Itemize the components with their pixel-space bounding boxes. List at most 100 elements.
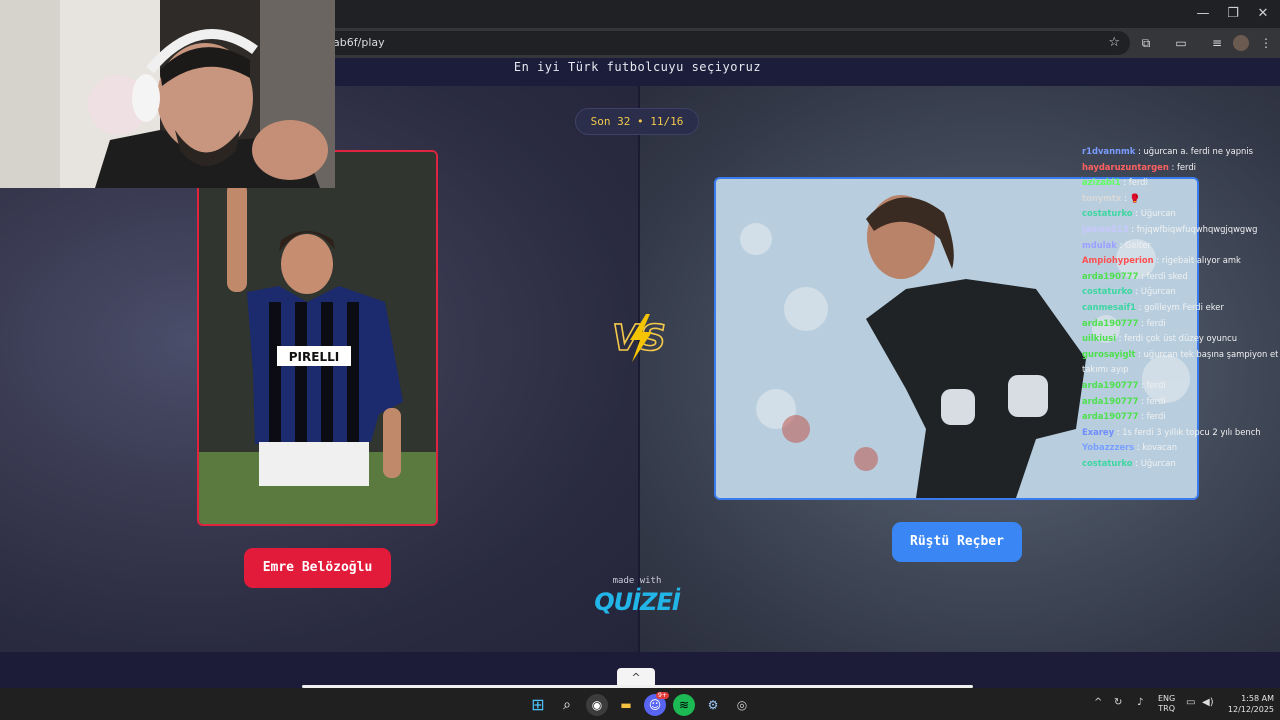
chat-username[interactable]: costaturko [1082,286,1133,296]
chat-message: Yobazzzers : kovacan [1082,440,1278,456]
chat-message: Exarey : 1s ferdi 3 yıllık topcu 2 yılı … [1082,425,1278,441]
settings-gear-icon[interactable]: ⚙ [702,694,724,716]
chat-username[interactable]: canmesaif1 [1082,302,1136,312]
chat-separator: : [1138,395,1147,406]
chat-message: mdulak : Gelter [1082,238,1278,254]
chat-separator: : [1115,333,1125,344]
chat-text: ferdi [1128,177,1148,188]
address-bar[interactable]: lab6f/play ☆ [300,31,1130,55]
chrome-app-icon[interactable]: ◉ [586,694,608,716]
versus-badge: VS [611,314,667,362]
windows-taskbar: ⊞ ⌕ ◉ ▬ ☺ 9+ ≋ ⚙ ◎ ^ ↻ ♪ ENG TRQ ▭ ◀) 1:… [0,688,1280,720]
chat-text: ferdi [1176,161,1196,172]
chat-text: ferdi [1146,395,1166,406]
chat-text: gollleym Ferdi eker [1144,301,1224,312]
chat-username[interactable]: costaturko [1082,208,1133,218]
clock-time: 1:58 AM [1241,694,1274,703]
chat-message: arda190777 : ferdi [1082,316,1278,332]
chat-message: azizabi1 : ferdi [1082,175,1278,191]
chat-username[interactable]: uilkiusi [1082,333,1116,343]
file-explorer-icon[interactable]: ▬ [615,694,637,716]
clock[interactable]: 1:58 AM 12/12/2025 [1222,693,1274,715]
screen: — ❐ ✕ lab6f/play ☆ ⧉ ▭ ≡ ⋮ En iyi Türk f… [0,0,1280,720]
chat-username[interactable]: arda190777 [1082,411,1138,421]
chat-separator: : [1132,208,1141,219]
close-window-button[interactable]: ✕ [1248,4,1278,24]
chat-text: fnjqwfbiqwfuqwhqwgjqwgwg [1136,223,1258,234]
chat-username[interactable]: tonymtx [1082,193,1121,203]
chat-text: 🥊 [1129,192,1140,203]
cast-icon[interactable]: ▭ [1173,35,1189,51]
chat-username[interactable]: Exarey [1082,427,1114,437]
microphone-icon[interactable]: ♪ [1137,697,1143,708]
chat-message: canmesaif1 : gollleym Ferdi eker [1082,300,1278,316]
chat-message: arda190777 : ferdi [1082,378,1278,394]
chat-message: Ampiohyperion : rigebait alıyor amk [1082,253,1278,269]
chat-username[interactable]: arda190777 [1082,396,1138,406]
chat-separator: : [1135,348,1144,359]
chat-separator: : [1132,286,1141,297]
language-primary: ENG [1158,694,1176,703]
extensions-icon[interactable]: ⧉ [1138,35,1154,51]
chat-text: ferdi [1146,379,1166,390]
chat-text: ferdi [1146,411,1166,422]
chat-message: arda190777 : ferdi [1082,394,1278,410]
bookmark-star-icon[interactable]: ☆ [1108,31,1120,55]
chat-username[interactable]: costaturko [1082,458,1133,468]
chat-username[interactable]: arda190777 [1082,271,1138,281]
chat-username[interactable]: Yobazzzers [1082,442,1134,452]
search-icon[interactable]: ⌕ [556,694,578,716]
left-player-card[interactable]: PIRELLI [197,150,438,526]
chat-username[interactable]: mdulak [1082,240,1117,250]
chat-username[interactable]: Ampiohyperion [1082,255,1154,265]
chat-username[interactable]: haydaruzuntargen [1082,162,1169,172]
spotify-app-icon[interactable]: ≋ [673,694,695,716]
chat-message: r1dvannmk : uğurcan a. ferdi ne yapnis [1082,144,1278,160]
language-indicator[interactable]: ENG TRQ [1158,694,1175,714]
menu-kebab-icon[interactable]: ⋮ [1258,35,1274,51]
chat-message: takımı ayıp [1082,362,1278,378]
display-icon[interactable]: ▭ [1186,697,1195,708]
media-icon[interactable]: ≡ [1209,35,1225,51]
chat-message: costaturko : Uğurcan [1082,284,1278,300]
start-windows-icon[interactable]: ⊞ [527,694,549,716]
chat-message: uilkiusi : ferdi çok üst düzey oyuncu [1082,331,1278,347]
chat-text: uğurcan tek başına şampiyon etti [1143,348,1278,359]
chat-separator: : [1153,255,1162,266]
chat-text: Gelter [1124,239,1151,250]
svg-text:PIRELLI: PIRELLI [289,350,339,364]
chat-username[interactable]: gurosayiglt [1082,349,1135,359]
restore-button[interactable]: ❐ [1218,4,1248,24]
chat-separator: : [1168,161,1177,172]
webcam-overlay [0,0,335,188]
chat-username[interactable]: arda190777 [1082,380,1138,390]
tray-overflow-chevron-icon[interactable]: ^ [1094,697,1102,708]
minimize-button[interactable]: — [1188,4,1218,24]
brand-logo[interactable]: QUİZEİ [591,588,683,616]
chat-separator: : [1138,411,1147,422]
choose-right-player-button[interactable]: Rüştü Reçber [892,522,1022,562]
chat-username[interactable]: r1dvannmk [1082,146,1135,156]
choose-left-player-button[interactable]: Emre Belözoğlu [244,548,391,588]
profile-avatar[interactable] [1233,35,1249,51]
sync-icon[interactable]: ↻ [1114,697,1122,708]
made-with-label: made with [612,576,662,586]
chat-message: haydaruzuntargen : ferdi [1082,160,1278,176]
chat-text: 1s ferdi 3 yıllık topcu 2 yılı bench [1122,426,1261,437]
chat-message: tonymtx : 🥊 [1082,191,1278,207]
chat-username[interactable]: arda190777 [1082,318,1138,328]
chat-message: costaturko : Uğurcan [1082,456,1278,472]
chat-message: arda190777 : ferdi sked [1082,269,1278,285]
volume-icon[interactable]: ◀) [1202,697,1214,708]
chat-text: rigebait alıyor amk [1161,255,1241,266]
obs-app-icon[interactable]: ◎ [731,694,753,716]
chat-message: JameeS13 : fnjqwfbiqwfuqwhqwgjqwgwg [1082,222,1278,238]
chat-username[interactable]: JameeS13 [1082,224,1129,234]
streamer-video [0,0,335,188]
chat-username[interactable]: azizabi1 [1082,177,1121,187]
stream-chat-overlay: r1dvannmk : uğurcan a. ferdi ne yapnis ha… [1082,144,1278,471]
chat-separator: : [1116,239,1125,250]
chat-text: Uğurcan [1140,208,1176,219]
url-text[interactable]: lab6f/play [330,36,385,49]
chat-text: Uğurcan [1140,286,1176,297]
